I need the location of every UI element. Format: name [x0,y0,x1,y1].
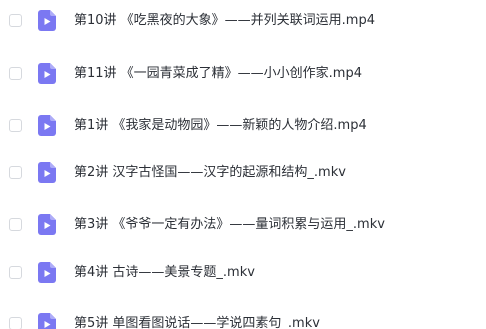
select-checkbox[interactable] [9,67,22,80]
file-row[interactable]: 第3讲 《爷爷一定有办法》——量词积累与运用_.mkv [0,214,486,238]
select-checkbox[interactable] [9,266,22,279]
select-checkbox[interactable] [9,119,22,132]
video-file-icon [38,115,56,136]
video-file-icon [38,262,56,283]
file-row[interactable]: 第1讲 《我家是动物园》——新颖的人物介绍.mp4 [0,115,486,139]
video-file-icon [38,10,56,31]
file-name[interactable]: 第1讲 《我家是动物园》——新颖的人物介绍.mp4 [74,116,367,136]
select-checkbox[interactable] [9,14,22,27]
file-row[interactable]: 第4讲 古诗——美景专题_.mkv [0,262,486,286]
video-file-icon [38,313,56,329]
file-name[interactable]: 第11讲 《一园青菜成了精》——小小创作家.mp4 [74,64,362,84]
select-checkbox[interactable] [9,166,22,179]
file-list: 第10讲 《吃黑夜的大象》——并列关联词运用.mp4 第11讲 《一园青菜成了精… [0,0,486,329]
file-name[interactable]: 第2讲 汉字古怪国——汉字的起源和结构_.mkv [74,163,346,183]
file-row[interactable]: 第2讲 汉字古怪国——汉字的起源和结构_.mkv [0,162,486,186]
video-file-icon [38,214,56,235]
video-file-icon [38,162,56,183]
video-file-icon [38,63,56,84]
select-checkbox[interactable] [9,317,22,329]
file-row[interactable]: 第5讲 单图看图说话——学说四素句_.mkv [0,313,486,329]
file-name[interactable]: 第5讲 单图看图说话——学说四素句_.mkv [74,314,320,329]
file-name[interactable]: 第4讲 古诗——美景专题_.mkv [74,263,255,283]
file-row[interactable]: 第10讲 《吃黑夜的大象》——并列关联词运用.mp4 [0,10,486,34]
file-name[interactable]: 第3讲 《爷爷一定有办法》——量词积累与运用_.mkv [74,215,385,235]
select-checkbox[interactable] [9,218,22,231]
file-name[interactable]: 第10讲 《吃黑夜的大象》——并列关联词运用.mp4 [74,11,375,31]
file-row[interactable]: 第11讲 《一园青菜成了精》——小小创作家.mp4 [0,63,486,87]
